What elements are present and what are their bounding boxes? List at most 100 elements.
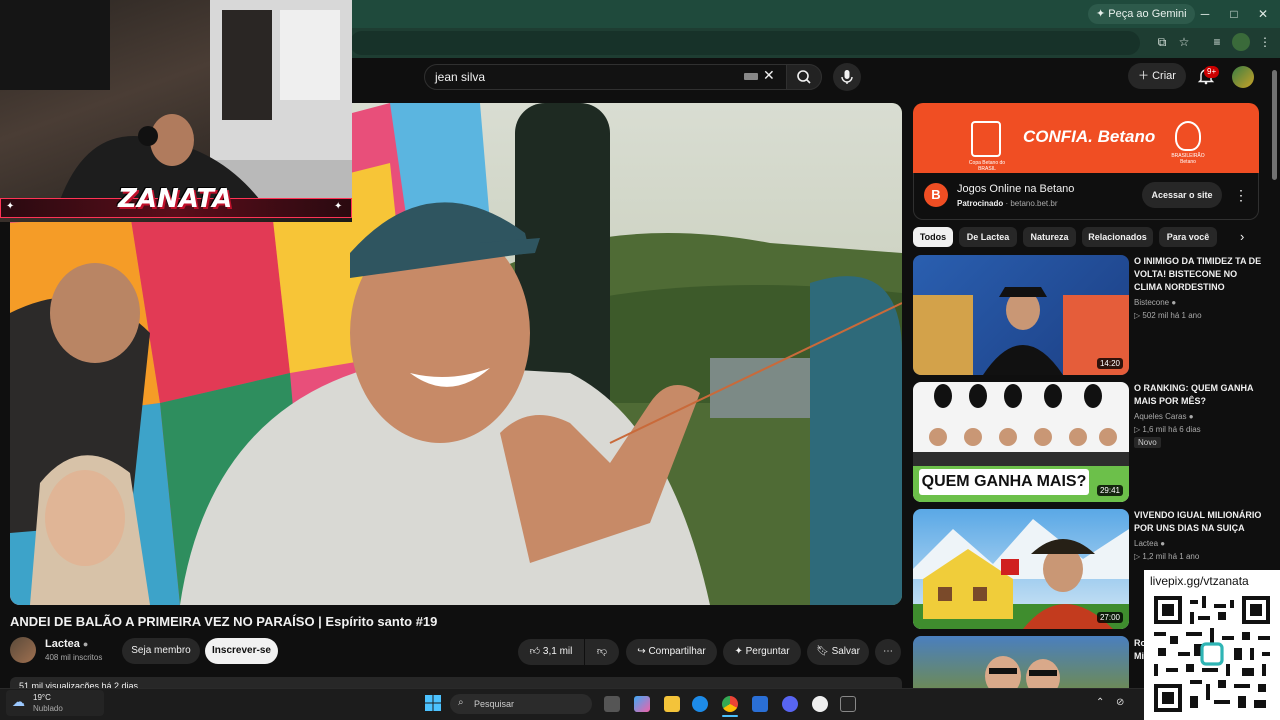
sparkle-right-icon: ✦ — [334, 201, 343, 212]
ad-left-badge: Copa Betano do BRASIL — [968, 160, 1006, 172]
verified-icon: ● — [1188, 412, 1194, 421]
verified-icon: ● — [82, 639, 89, 649]
weather-widget[interactable]: ☁ 19°C Nublado — [6, 690, 104, 716]
rec-title[interactable]: O INIMIGO DA TIMIDEZ TA DE VOLTA! BISTEC… — [1134, 255, 1264, 294]
ask-button[interactable]: ✦ Perguntar — [723, 639, 801, 665]
thumbnail-caption: QUEM GANHA MAIS? — [919, 469, 1089, 495]
thumbnail-art — [913, 519, 1129, 629]
chevron-up-icon[interactable]: ⌃ — [1096, 697, 1104, 708]
microphone-icon — [841, 70, 853, 84]
chrome-icon[interactable] — [722, 696, 738, 712]
chevron-right-icon[interactable]: › — [1240, 229, 1244, 244]
edge-icon[interactable] — [692, 696, 708, 712]
chip-de-lactea[interactable]: De Lactea — [959, 227, 1017, 247]
channel-name[interactable]: Lactea ● — [45, 638, 88, 650]
minimize-button[interactable]: ─ — [1196, 5, 1214, 23]
channel-avatar[interactable] — [10, 637, 36, 663]
visit-site-button[interactable]: Acessar o site — [1142, 182, 1222, 208]
verified-icon: ● — [1171, 298, 1177, 307]
page-scrollbar[interactable] — [1272, 70, 1277, 180]
rec-channel-name: Aqueles Caras — [1134, 412, 1187, 421]
taskbar-search[interactable]: Pesquisar — [450, 694, 592, 714]
rec-thumbnail[interactable] — [913, 636, 1129, 688]
epic-games-icon[interactable] — [840, 696, 856, 712]
thumbnail-art — [913, 287, 1129, 375]
install-app-icon[interactable]: ⧉ — [1153, 33, 1171, 51]
chip-natureza[interactable]: Natureza — [1023, 227, 1076, 247]
rec-title[interactable]: VIVENDO IGUAL MILIONÁRIO POR UNS DIAS NA… — [1134, 509, 1264, 535]
copilot-icon[interactable] — [634, 696, 650, 712]
ad-banner[interactable]: Copa Betano do BRASIL CONFIA. Betano BRA… — [913, 103, 1259, 173]
chip-todos[interactable]: Todos — [913, 227, 953, 247]
windows-start-icon[interactable] — [425, 695, 441, 711]
search-icon: ⌕ — [458, 697, 464, 708]
network-icon[interactable]: ⊘ — [1116, 697, 1124, 708]
rec-channel[interactable]: Aqueles Caras ● — [1134, 412, 1194, 421]
rec-channel[interactable]: Lactea ● — [1134, 539, 1165, 548]
rec-title[interactable]: O RANKING: QUEM GANHA MAIS POR MÊS? — [1134, 382, 1264, 408]
chip-para-voce[interactable]: Para você — [1159, 227, 1217, 247]
store-icon[interactable] — [752, 696, 768, 712]
share-label: Compartilhar — [648, 646, 706, 657]
rec-thumbnail[interactable]: 27:00 — [913, 509, 1129, 629]
duration-badge: 29:41 — [1096, 485, 1123, 496]
weather-condition: Nublado — [33, 704, 63, 713]
rec-thumbnail[interactable]: QUEM GANHA MAIS? 29:41 — [913, 382, 1129, 502]
url-field[interactable] — [350, 31, 1140, 55]
account-avatar[interactable] — [1232, 66, 1254, 88]
create-button[interactable]: ＋ Criar — [1128, 63, 1186, 89]
search-button[interactable] — [786, 64, 822, 90]
like-count: 3,1 mil — [542, 646, 573, 657]
rec-views: 1,6 mil — [1142, 425, 1166, 434]
discord-icon[interactable] — [782, 696, 798, 712]
maximize-button[interactable]: □ — [1225, 5, 1243, 23]
rec-meta: ▷ 502 mil há 1 ano — [1134, 311, 1202, 320]
subscribe-button[interactable]: Inscrever-se — [205, 638, 278, 664]
channel-name-text: Lactea — [45, 638, 80, 650]
search-input[interactable]: jean silva — [424, 64, 788, 90]
rec-thumbnail[interactable]: 14:20 — [913, 255, 1129, 375]
file-explorer-icon[interactable] — [664, 696, 680, 712]
task-view-icon[interactable] — [604, 696, 620, 712]
ask-gemini-button[interactable]: ✦ Peça ao Gemini — [1088, 4, 1195, 24]
ad-card[interactable]: B Jogos Online na Betano Patrocinado · b… — [913, 173, 1259, 220]
cloud-icon: ☁ — [12, 694, 25, 709]
close-window-button[interactable]: ✕ — [1254, 5, 1272, 23]
join-member-button[interactable]: Seja membro — [122, 638, 200, 664]
reading-list-icon[interactable]: ≡ — [1208, 33, 1226, 51]
verified-icon: ● — [1160, 539, 1166, 548]
new-badge: Novo — [1134, 437, 1161, 448]
duration-badge: 14:20 — [1096, 358, 1123, 369]
create-label: Criar — [1152, 70, 1176, 82]
dislike-button[interactable]: 👎︎ — [585, 639, 619, 665]
share-icon: ↪ — [637, 646, 649, 657]
rec-views: 502 mil — [1142, 311, 1169, 320]
share-button[interactable]: ↪ Compartilhar — [626, 639, 717, 665]
save-label: Salvar — [831, 646, 860, 657]
ad-banner-text: CONFIA. Betano — [1023, 127, 1156, 146]
sparkle-icon: ✦ — [734, 646, 746, 657]
ad-domain: betano.bet.br — [1010, 199, 1058, 208]
rec-channel-name: Lactea — [1134, 539, 1159, 548]
rec-age: há 1 ano — [1170, 311, 1202, 320]
rec-channel[interactable]: Bistecone ● — [1134, 298, 1176, 307]
ad-more-icon[interactable]: ⋮ — [1234, 187, 1248, 204]
save-button[interactable]: 🔖︎ Salvar — [807, 639, 869, 665]
more-actions-button[interactable]: ⋯ — [875, 639, 901, 665]
obs-icon[interactable] — [812, 696, 828, 712]
rec-meta: ▷ 1,6 mil há 6 dias — [1134, 425, 1201, 434]
donation-url: livepix.gg/vtzanata — [1150, 574, 1249, 588]
sparkle-icon: ✦ — [1096, 8, 1109, 20]
more-menu-icon[interactable]: ⋮ — [1256, 33, 1274, 51]
rec-title[interactable]: Ro... Mi... — [1134, 637, 1144, 663]
chip-relacionados[interactable]: Relacionados — [1082, 227, 1153, 247]
profile-icon[interactable] — [1232, 33, 1250, 51]
search-icon — [797, 70, 811, 84]
like-button[interactable]: 👍︎ 3,1 mil — [518, 639, 584, 665]
voice-search-button[interactable] — [833, 63, 861, 91]
subscriber-count: 408 mil inscritos — [45, 653, 103, 662]
clear-search-icon[interactable]: ✕ — [763, 67, 775, 84]
bookmark-star-icon[interactable]: ☆ — [1175, 33, 1193, 51]
keyboard-icon[interactable] — [744, 73, 758, 80]
ad-title: Jogos Online na Betano — [957, 183, 1075, 195]
